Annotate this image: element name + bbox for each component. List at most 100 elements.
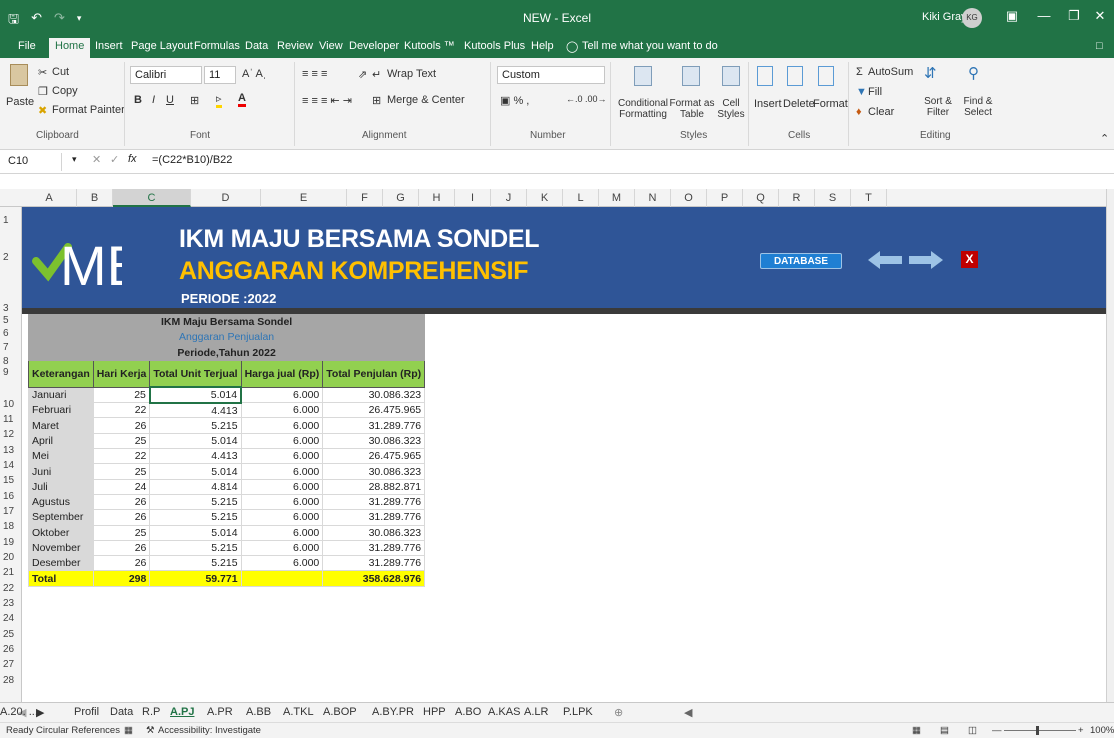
zoom-level[interactable]: 100% bbox=[1090, 725, 1114, 736]
table-cell[interactable]: 25 bbox=[92, 463, 151, 480]
table-cell[interactable]: 30.086.323 bbox=[322, 463, 426, 480]
font-size-select[interactable]: 11 bbox=[204, 66, 236, 84]
column-header[interactable]: Q bbox=[743, 189, 779, 207]
sheet-tab[interactable]: A.20. ... bbox=[0, 706, 38, 718]
bold-icon[interactable]: B bbox=[134, 94, 142, 106]
column-header[interactable]: A bbox=[22, 189, 77, 207]
wrap-text-button[interactable]: Wrap Text bbox=[387, 68, 436, 80]
comments-icon[interactable]: □ bbox=[1096, 40, 1103, 52]
table-cell[interactable]: September bbox=[28, 509, 94, 526]
wrap-text-icon[interactable]: ↵ bbox=[372, 68, 381, 81]
table-cell[interactable]: November bbox=[28, 539, 94, 557]
table-cell[interactable]: 30.086.323 bbox=[322, 524, 426, 541]
table-cell[interactable]: 28.882.871 bbox=[322, 478, 426, 495]
align-left-icon[interactable]: ≡ ≡ ≡ ⇤ ⇥ bbox=[302, 94, 352, 107]
table-cell[interactable]: 26 bbox=[92, 555, 151, 572]
insert-cells-button[interactable]: Insert bbox=[754, 98, 782, 110]
total-cell[interactable] bbox=[240, 570, 324, 587]
row-header[interactable]: 12 bbox=[0, 429, 22, 440]
format-painter-button[interactable]: Format Painter bbox=[52, 104, 125, 116]
enter-icon[interactable]: ✓ bbox=[110, 153, 119, 166]
delete-cells-button[interactable]: Delete bbox=[783, 98, 815, 110]
row-header[interactable]: 18 bbox=[0, 521, 22, 532]
table-cell[interactable]: 24 bbox=[92, 478, 151, 495]
table-cell[interactable]: 6.000 bbox=[240, 448, 324, 465]
tab-page-layout[interactable]: Page Layout bbox=[131, 40, 193, 52]
conditional-formatting-button[interactable]: Conditional Formatting bbox=[614, 98, 672, 120]
font-color-icon[interactable]: A bbox=[238, 92, 246, 107]
table-cell[interactable]: 25 bbox=[92, 432, 151, 450]
tab-kutools-plus[interactable]: Kutools Plus bbox=[464, 40, 525, 52]
table-cell[interactable]: 25 bbox=[92, 386, 151, 404]
row-header[interactable]: 6 bbox=[0, 328, 22, 339]
row-header[interactable]: 24 bbox=[0, 613, 22, 624]
table-cell[interactable]: 5.014 bbox=[149, 432, 242, 450]
database-button[interactable]: DATABASE bbox=[760, 253, 842, 269]
cut-icon[interactable]: ✂ bbox=[38, 66, 47, 79]
table-cell[interactable]: 5.215 bbox=[149, 417, 242, 434]
row-header[interactable]: 14 bbox=[0, 460, 22, 471]
macro-record-icon[interactable]: ▦ bbox=[124, 725, 133, 736]
arrow-left-icon[interactable] bbox=[868, 250, 902, 270]
table-cell[interactable]: 26.475.965 bbox=[322, 448, 426, 465]
namebox-dropdown-icon[interactable]: ▾ bbox=[72, 154, 77, 165]
zoom-slider[interactable] bbox=[1004, 730, 1076, 731]
row-header[interactable]: 20 bbox=[0, 552, 22, 563]
sheet-tab[interactable]: A.LR bbox=[524, 706, 548, 718]
clear-icon[interactable]: ♦ bbox=[856, 106, 862, 118]
merge-icon[interactable]: ⊞ bbox=[372, 94, 381, 107]
table-cell[interactable]: 22 bbox=[92, 448, 151, 465]
page-layout-view-icon[interactable]: ▤ bbox=[940, 725, 949, 736]
row-header[interactable]: 3 bbox=[0, 303, 22, 314]
normal-view-icon[interactable]: ▦ bbox=[912, 725, 921, 736]
format-cells-button[interactable]: Format bbox=[813, 98, 848, 110]
sheet-tab[interactable]: A.BOP bbox=[323, 706, 357, 718]
currency-icon[interactable]: ▣ % , bbox=[500, 94, 529, 107]
autosum-icon[interactable]: Σ bbox=[856, 66, 863, 78]
table-cell[interactable]: 31.289.776 bbox=[322, 509, 426, 526]
row-header[interactable]: 21 bbox=[0, 567, 22, 578]
table-cell[interactable]: 5.014 bbox=[148, 386, 243, 404]
table-cell[interactable]: 31.289.776 bbox=[322, 417, 426, 434]
formula-input[interactable]: =(C22*B10)/B22 bbox=[152, 154, 232, 166]
tab-home[interactable]: Home bbox=[49, 38, 91, 58]
column-header[interactable]: G bbox=[383, 189, 419, 207]
zoom-in-icon[interactable]: + bbox=[1078, 725, 1084, 736]
sheet-tab[interactable]: A.TKL bbox=[283, 706, 314, 718]
restore-icon[interactable]: ❐ bbox=[1064, 8, 1084, 24]
row-header[interactable]: 7 bbox=[0, 342, 22, 353]
column-header[interactable]: F bbox=[347, 189, 383, 207]
decimal-icon[interactable]: ←.0 .00→ bbox=[566, 94, 607, 104]
paste-icon[interactable] bbox=[10, 64, 28, 86]
total-cell[interactable]: 358.628.976 bbox=[322, 570, 426, 587]
copy-icon[interactable]: ❐ bbox=[38, 85, 48, 98]
insert-function-icon[interactable]: fx bbox=[128, 153, 137, 165]
row-header[interactable]: 15 bbox=[0, 475, 22, 486]
table-cell[interactable]: April bbox=[28, 432, 94, 450]
table-cell[interactable]: 6.000 bbox=[240, 417, 324, 434]
table-cell[interactable]: 5.014 bbox=[149, 463, 242, 480]
page-break-view-icon[interactable]: ◫ bbox=[968, 725, 977, 736]
conditional-formatting-icon[interactable] bbox=[634, 66, 652, 86]
table-cell[interactable]: 5.215 bbox=[149, 555, 242, 572]
copy-button[interactable]: Copy bbox=[52, 85, 78, 97]
table-cell[interactable]: 5.215 bbox=[149, 493, 242, 511]
sheet-tab[interactable]: A.BB bbox=[246, 706, 271, 718]
table-cell[interactable]: 5.014 bbox=[149, 524, 242, 541]
underline-icon[interactable]: U bbox=[166, 94, 174, 106]
column-header[interactable]: K bbox=[527, 189, 563, 207]
table-cell[interactable]: 6.000 bbox=[240, 539, 324, 557]
row-header[interactable]: 13 bbox=[0, 445, 22, 456]
column-header[interactable]: M bbox=[599, 189, 635, 207]
autosum-button[interactable]: AutoSum bbox=[868, 66, 913, 78]
column-header[interactable]: C bbox=[113, 189, 191, 207]
table-cell[interactable]: 31.289.776 bbox=[322, 493, 426, 511]
table-cell[interactable]: Oktober bbox=[28, 524, 94, 541]
tab-view[interactable]: View bbox=[319, 40, 343, 52]
column-header[interactable]: I bbox=[455, 189, 491, 207]
italic-icon[interactable]: I bbox=[152, 94, 155, 106]
borders-icon[interactable]: ⊞ bbox=[190, 94, 199, 107]
table-cell[interactable]: Maret bbox=[28, 417, 94, 434]
table-cell[interactable]: Desember bbox=[28, 555, 94, 572]
sheet-tab[interactable]: Data bbox=[110, 706, 133, 718]
